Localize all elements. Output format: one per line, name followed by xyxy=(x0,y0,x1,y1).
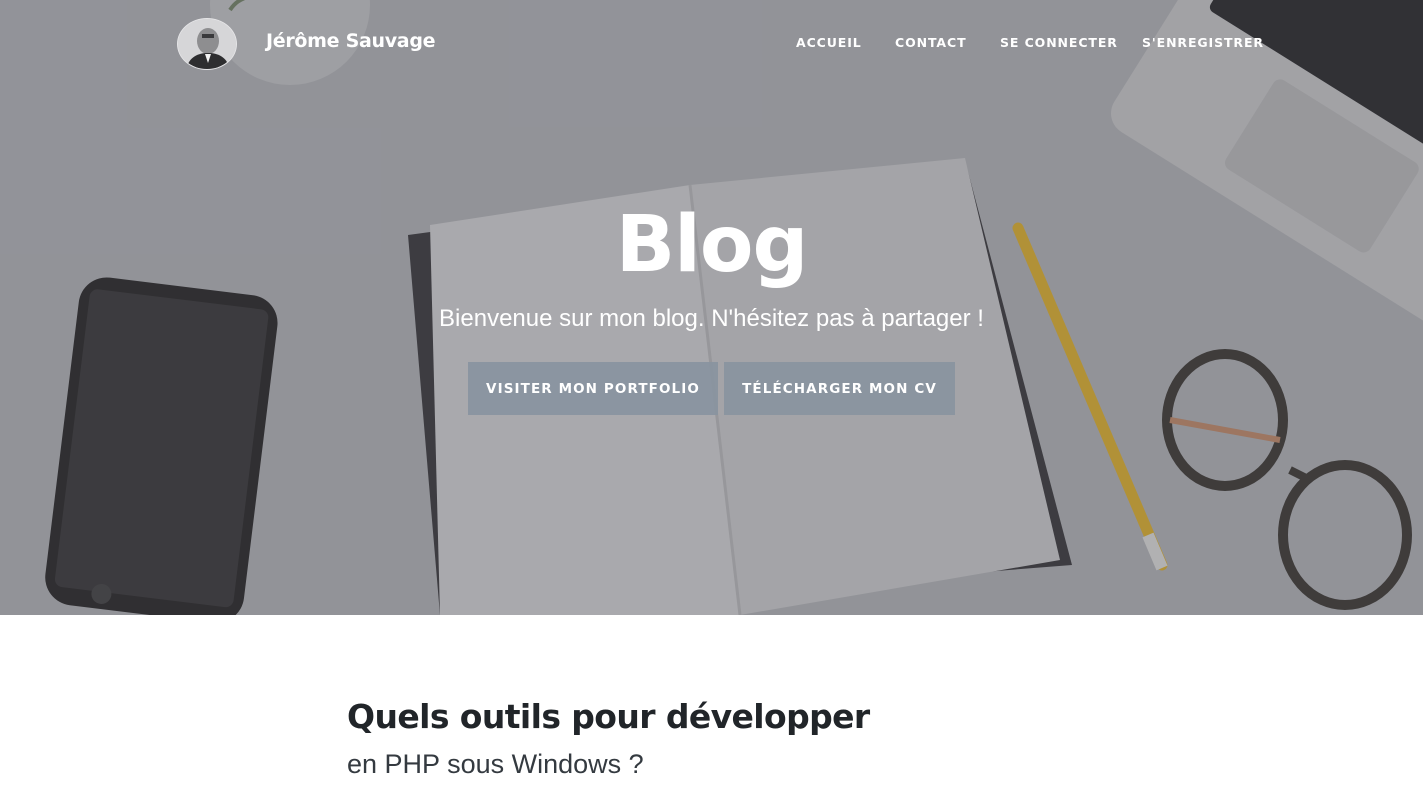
nav-link-login[interactable]: SE CONNECTER xyxy=(1000,35,1118,50)
nav-link-register[interactable]: S'ENREGISTRER xyxy=(1142,35,1264,50)
hero-header: Jérôme Sauvage ACCUEIL CONTACT SE CONNEC… xyxy=(0,0,1423,615)
navbar: Jérôme Sauvage ACCUEIL CONTACT SE CONNEC… xyxy=(0,0,1423,86)
post-preview[interactable]: Quels outils pour développer en PHP sous… xyxy=(347,692,1077,782)
nav-link-contact[interactable]: CONTACT xyxy=(895,35,967,50)
post-subtitle[interactable]: en PHP sous Windows ? xyxy=(347,746,1077,782)
nav-link-accueil[interactable]: ACCUEIL xyxy=(796,35,862,50)
hero-title: Blog xyxy=(615,200,809,290)
download-cv-button[interactable]: TÉLÉCHARGER MON CV xyxy=(724,362,955,415)
portfolio-button[interactable]: VISITER MON PORTFOLIO xyxy=(468,362,718,415)
main-nav: ACCUEIL CONTACT SE CONNECTER S'ENREGISTR… xyxy=(0,35,1423,55)
post-title[interactable]: Quels outils pour développer xyxy=(347,692,1077,742)
hero-subtitle: Bienvenue sur mon blog. N'hésitez pas à … xyxy=(439,305,984,332)
